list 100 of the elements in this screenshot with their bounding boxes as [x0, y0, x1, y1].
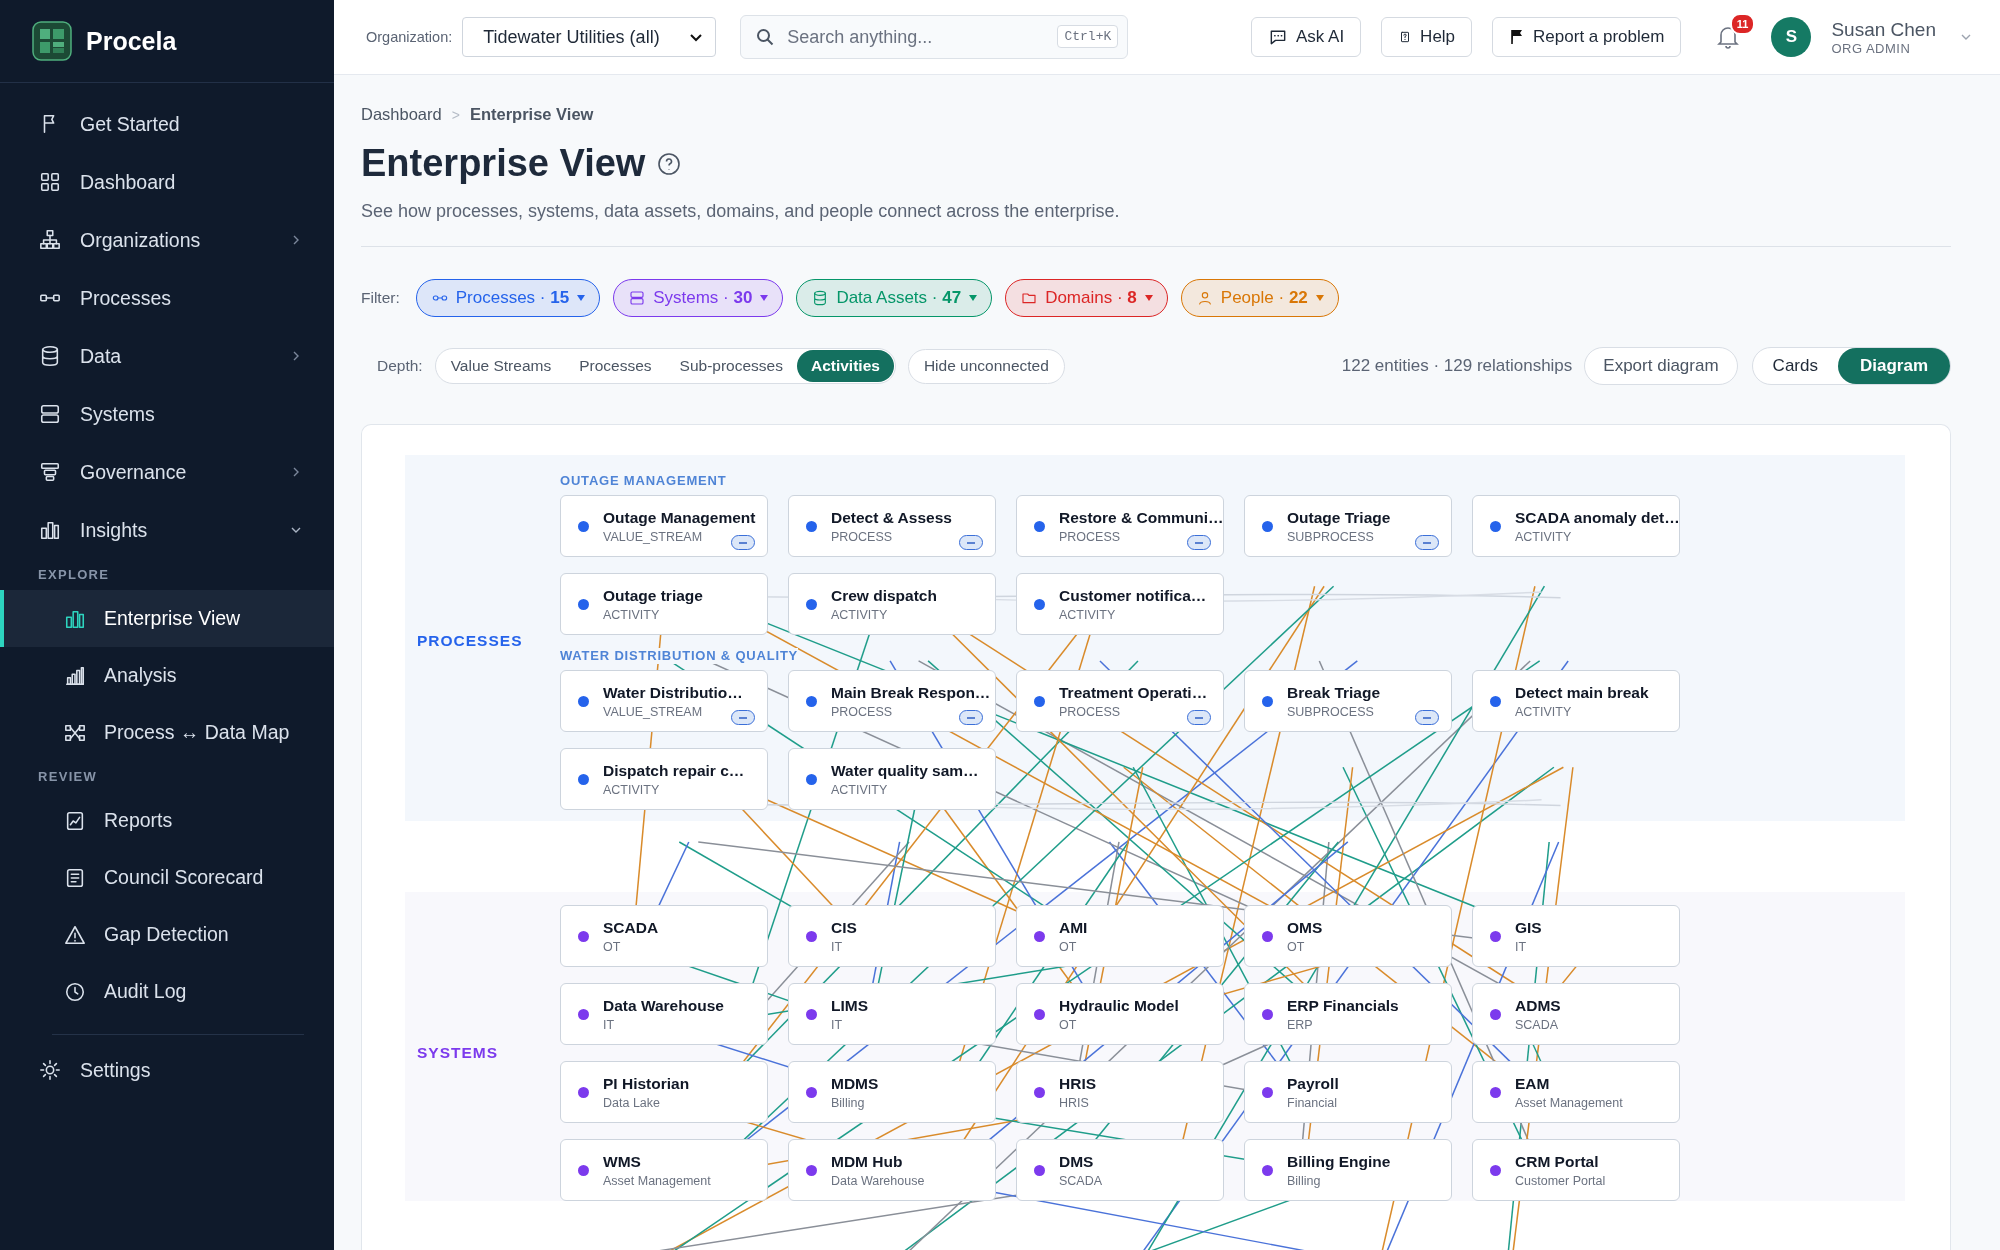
user-avatar[interactable]: S	[1771, 17, 1812, 57]
node-card[interactable]: GIS IT	[1472, 905, 1680, 967]
node-card[interactable]: ADMS SCADA	[1472, 983, 1680, 1045]
sidebar-item[interactable]: Insights	[0, 501, 334, 559]
node-name: MDMS	[831, 1074, 879, 1093]
node-card[interactable]: Detect main break ACTIVITY	[1472, 670, 1680, 732]
node-type: Financial	[1287, 1095, 1338, 1110]
collapse-button[interactable]	[1415, 710, 1439, 725]
toolbar-button[interactable]: Report a problem	[1492, 17, 1682, 57]
node-card[interactable]: Outage Triage SUBPROCESS	[1244, 495, 1452, 557]
node-card[interactable]: Break Triage SUBPROCESS	[1244, 670, 1452, 732]
depth-option[interactable]: Processes	[565, 350, 666, 382]
sidebar-item[interactable]: Get Started	[0, 95, 334, 153]
organization-select[interactable]: Tidewater Utilities (all)	[462, 17, 717, 57]
node-name: Crew dispatch	[831, 586, 937, 605]
server-icon	[39, 403, 61, 425]
sidebar-item[interactable]: Audit Log	[0, 963, 334, 1020]
node-name: PI Historian	[603, 1074, 690, 1093]
node-type: SCADA	[1515, 1017, 1559, 1032]
sidebar-item[interactable]: Data	[0, 327, 334, 385]
node-card[interactable]: SCADA OT	[560, 905, 768, 967]
sidebar-item[interactable]: Dashboard	[0, 153, 334, 211]
node-card[interactable]: MDMS Billing	[788, 1061, 996, 1123]
node-card[interactable]: Water quality sam… ACTIVITY	[788, 748, 996, 810]
sidebar-item[interactable]: Process ↔ Data Map	[0, 704, 334, 761]
minus-icon	[1195, 716, 1203, 719]
node-card[interactable]: Main Break Respon… PROCESS	[788, 670, 996, 732]
node-card[interactable]: Payroll Financial	[1244, 1061, 1452, 1123]
view-toggle[interactable]: Diagram	[1837, 348, 1950, 384]
node-card[interactable]: Outage Management VALUE_STREAM	[560, 495, 768, 557]
node-type: VALUE_STREAM	[603, 529, 703, 544]
node-card[interactable]: AMI OT	[1016, 905, 1224, 967]
depth-option[interactable]: Value Streams	[436, 350, 566, 382]
collapse-button[interactable]	[1187, 710, 1211, 725]
node-card[interactable]: Hydraulic Model OT	[1016, 983, 1224, 1045]
depth-option[interactable]: Sub-processes	[665, 350, 797, 382]
filter-label: Filter:	[361, 289, 400, 307]
node-card[interactable]: ERP Financials ERP	[1244, 983, 1452, 1045]
node-name: MDM Hub	[831, 1152, 903, 1171]
sidebar-item[interactable]: Reports	[0, 792, 334, 849]
node-type: IT	[831, 939, 843, 954]
export-button[interactable]: Export diagram	[1584, 347, 1738, 385]
node-card[interactable]: CIS IT	[788, 905, 996, 967]
node-card[interactable]: PI Historian Data Lake	[560, 1061, 768, 1123]
node-card[interactable]: Detect & Assess PROCESS	[788, 495, 996, 557]
sidebar-item[interactable]: Gap Detection	[0, 906, 334, 963]
node-type: OT	[603, 939, 621, 954]
sidebar-item[interactable]: Analysis	[0, 647, 334, 704]
node-name: Hydraulic Model	[1059, 996, 1179, 1015]
filter-chip[interactable]: Systems · 30	[613, 279, 784, 317]
filter-chip[interactable]: Processes · 15	[415, 279, 601, 317]
sidebar-item[interactable]: Council Scorecard	[0, 849, 334, 906]
node-name: Payroll	[1287, 1074, 1339, 1093]
filter-chip[interactable]: Domains · 8	[1005, 279, 1168, 317]
stack-icon	[39, 461, 61, 483]
node-card[interactable]: DMS SCADA	[1016, 1139, 1224, 1201]
node-card[interactable]: Data Warehouse IT	[560, 983, 768, 1045]
collapse-button[interactable]	[1187, 535, 1211, 550]
sidebar-item[interactable]: Enterprise View	[0, 590, 334, 647]
node-card[interactable]: HRIS HRIS	[1016, 1061, 1224, 1123]
node-card[interactable]: CRM Portal Customer Portal	[1472, 1139, 1680, 1201]
collapse-button[interactable]	[1415, 535, 1439, 550]
node-card[interactable]: EAM Asset Management	[1472, 1061, 1680, 1123]
depth-option[interactable]: Activities	[796, 350, 894, 382]
node-card[interactable]: Outage triage ACTIVITY	[560, 573, 768, 635]
sidebar-item[interactable]: Processes	[0, 269, 334, 327]
node-card[interactable]: Water Distributio… VALUE_STREAM	[560, 670, 768, 732]
sidebar-item[interactable]: Systems	[0, 385, 334, 443]
collapse-button[interactable]	[959, 535, 983, 550]
node-card[interactable]: WMS Asset Management	[560, 1139, 768, 1201]
node-type: OT	[1059, 939, 1077, 954]
node-card[interactable]: Billing Engine Billing	[1244, 1139, 1452, 1201]
node-name: Outage triage	[603, 586, 703, 605]
collapse-button[interactable]	[731, 710, 755, 725]
node-name: AMI	[1059, 918, 1088, 937]
node-card[interactable]: Treatment Operati… PROCESS	[1016, 670, 1224, 732]
settings-icon	[39, 1059, 61, 1081]
node-card[interactable]: LIMS IT	[788, 983, 996, 1045]
view-toggle[interactable]: Cards	[1752, 348, 1838, 384]
node-card[interactable]: Crew dispatch ACTIVITY	[788, 573, 996, 635]
node-card[interactable]: Customer notifica… ACTIVITY	[1016, 573, 1224, 635]
breadcrumb-item[interactable]: Dashboard	[361, 105, 442, 124]
toolbar-button[interactable]: Help	[1381, 17, 1473, 57]
help-icon[interactable]	[657, 151, 682, 176]
collapse-button[interactable]	[731, 535, 755, 550]
bar-chart-icon	[64, 664, 86, 687]
toolbar-button[interactable]: Ask AI	[1250, 17, 1362, 57]
node-card[interactable]: OMS OT	[1244, 905, 1452, 967]
node-card[interactable]: MDM Hub Data Warehouse	[788, 1139, 996, 1201]
node-card[interactable]: Restore & Communi… PROCESS	[1016, 495, 1224, 557]
sidebar-item[interactable]: Settings	[0, 1041, 334, 1099]
sidebar-item[interactable]: Governance	[0, 443, 334, 501]
hide-unconnected-button[interactable]: Hide unconnected	[907, 348, 1065, 384]
grid-icon	[39, 171, 61, 193]
node-card[interactable]: Dispatch repair c… ACTIVITY	[560, 748, 768, 810]
node-name: Detect & Assess	[831, 508, 952, 527]
sidebar-item[interactable]: Organizations	[0, 211, 334, 269]
node-card[interactable]: SCADA anomaly det… ACTIVITY	[1472, 495, 1680, 557]
collapse-button[interactable]	[959, 710, 983, 725]
brand-name: Procela	[86, 26, 177, 56]
